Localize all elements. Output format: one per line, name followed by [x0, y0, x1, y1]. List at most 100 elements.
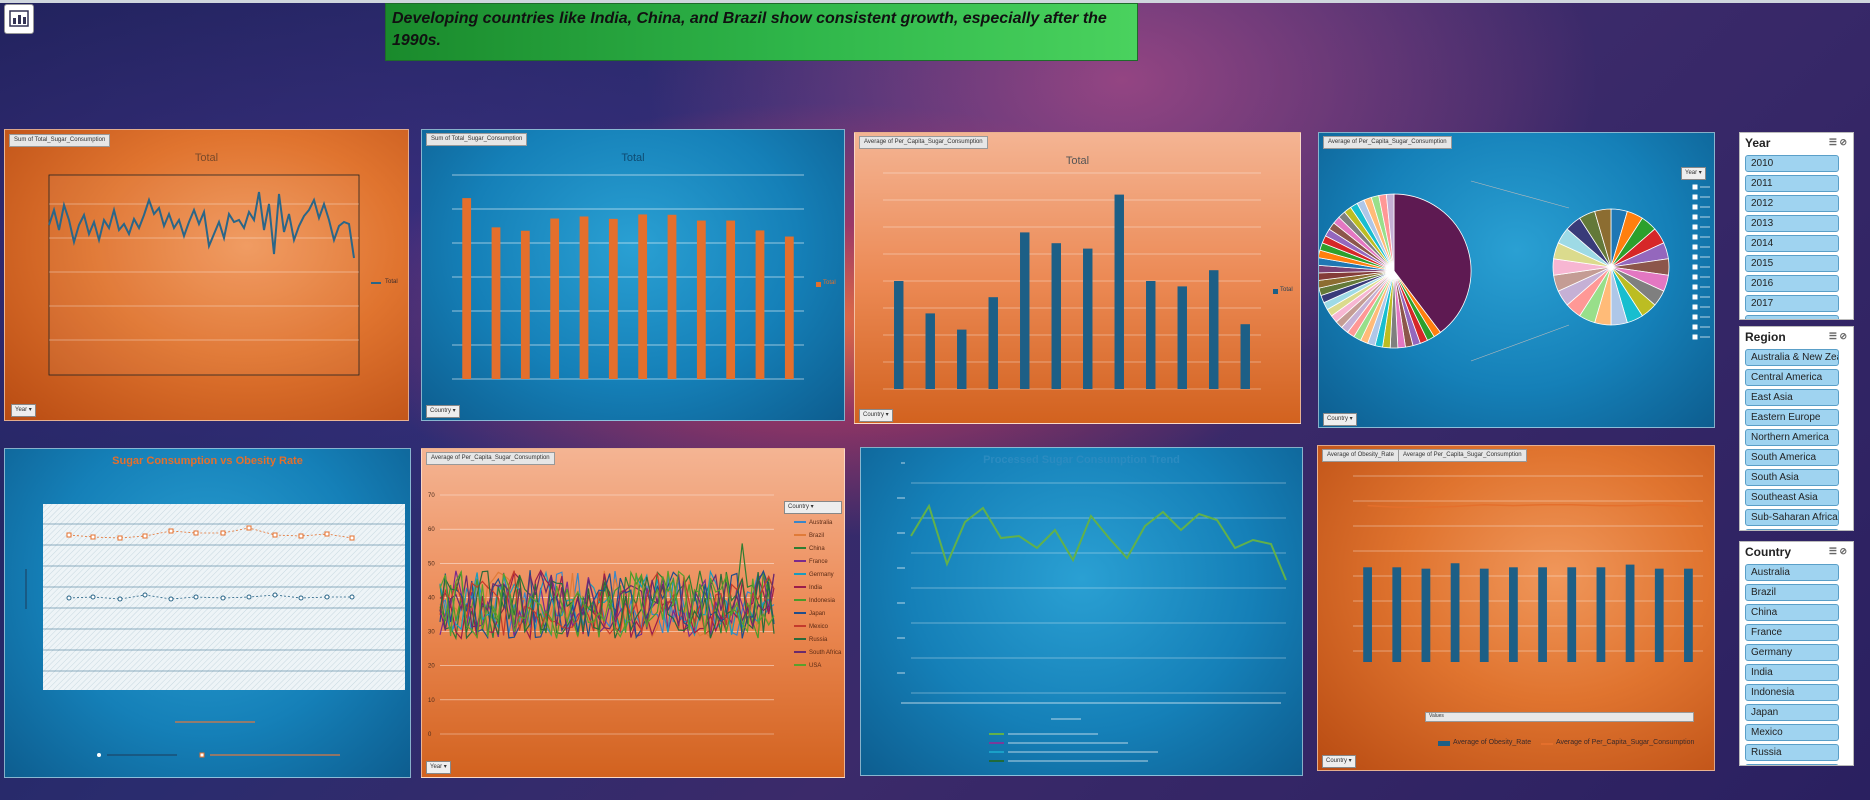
slicer-item[interactable]: Southeast Asia [1745, 489, 1839, 506]
values-field-button[interactable]: Values [1425, 712, 1694, 722]
slicer-header: Region ☰ ⊘ [1740, 327, 1853, 349]
per-capita-bar-panel[interactable]: Average of Per_Capita_Sugar_Consumption … [854, 132, 1301, 424]
total-consumption-line-panel[interactable]: Sum of Total_Sugar_Consumption Total Tot… [4, 129, 409, 421]
slicer-item[interactable]: 2010 [1745, 155, 1839, 172]
legend-marker [1692, 294, 1698, 300]
slicer-item[interactable]: France [1745, 624, 1839, 641]
bar-germany [1020, 232, 1030, 389]
slicer-item[interactable]: South Asia [1745, 469, 1839, 486]
legend-label: USA [809, 663, 821, 669]
slicer-header: Year ☰ ⊘ [1740, 133, 1853, 155]
bar-indonesia [1083, 248, 1093, 389]
slicer-item[interactable]: China [1745, 604, 1839, 621]
slicer-item[interactable]: Australia & New Zeala... [1745, 349, 1839, 366]
slicer-item[interactable]: 2015 [1745, 255, 1839, 272]
chart-thumbnail-icon[interactable] [4, 4, 34, 34]
legend-label: Average of Obesity_Rate [1453, 739, 1532, 746]
bar-india [608, 218, 618, 379]
country-slicer[interactable]: Country ☰ ⊘ Australia Brazil China France Ge… [1739, 541, 1854, 766]
slicer-item[interactable]: 2011 [1745, 175, 1839, 192]
slicer-item[interactable]: South America [1745, 449, 1839, 466]
legend-marker [1692, 334, 1698, 340]
slicer-header: Country ☰ ⊘ [1740, 542, 1853, 564]
slicer-item[interactable]: Japan [1745, 704, 1839, 721]
y-tick-label: 30 [428, 630, 435, 636]
bar-australia [1363, 567, 1372, 662]
clear-filter-icon[interactable]: ⊘ [1839, 331, 1847, 341]
slicer-item[interactable]: Australia [1745, 564, 1839, 581]
legend-marker [1692, 324, 1698, 330]
bar-japan [1567, 567, 1577, 662]
headline-callout: Developing countries like India, China, … [385, 3, 1138, 61]
per-capita-multiline-panel[interactable]: Average of Per_Capita_Sugar_Consumption … [421, 448, 845, 778]
sugar-vs-obesity-panel[interactable]: Sugar Consumption vs Obesity Rate [4, 448, 411, 778]
y-tick-label: 50 [428, 561, 435, 567]
slicer-item[interactable]: Sub-Saharan Africa [1745, 509, 1839, 526]
country-filter-button[interactable]: Country [1323, 413, 1357, 426]
combo-chart-svg [25, 504, 405, 758]
slicer-item[interactable]: 2014 [1745, 235, 1839, 252]
processed-sugar-trend-panel[interactable]: Processed Sugar Consumption Trend [860, 447, 1303, 776]
slicer-item[interactable]: Central America [1745, 369, 1839, 386]
bar-japan [667, 214, 677, 379]
slicer-item[interactable]: Northern America [1745, 429, 1839, 446]
slicer-item[interactable]: South Africa [1745, 764, 1839, 765]
multi-select-icon[interactable]: ☰ [1829, 546, 1837, 556]
slicer-item[interactable]: Eastern Europe [1745, 409, 1839, 426]
bar-china [1421, 568, 1431, 662]
legend-marker [1692, 254, 1698, 260]
legend-label: Mexico [809, 624, 829, 630]
multi-line-chart-svg: 0 10 20 30 40 50 60 70 Australia Brazil China Fran… [428, 493, 842, 738]
legend-marker [1692, 224, 1698, 230]
country-filter-button[interactable]: Country [1322, 755, 1356, 768]
legend-label: Average of Per_Capita_Sugar_Consumption [1556, 739, 1695, 746]
legend-marker [1692, 184, 1698, 190]
obesity-per-capita-combo-panel[interactable]: Average of Obesity_Rate Average of Per_C… [1317, 445, 1715, 771]
region-slicer[interactable]: Region ☰ ⊘ Australia & New Zeala... Centr… [1739, 326, 1854, 531]
bar-germany [579, 216, 589, 379]
slicer-item[interactable]: Indonesia [1745, 684, 1839, 701]
legend-marker [1692, 214, 1698, 220]
slicer-title: Country [1745, 545, 1791, 559]
multi-select-icon[interactable]: ☰ [1829, 137, 1837, 147]
slicer-item[interactable]: 2013 [1745, 215, 1839, 232]
year-slicer[interactable]: Year ☰ ⊘ 2010 2011 2012 2013 2014 2015 2016 201… [1739, 132, 1854, 320]
legend-label: Total [385, 279, 398, 285]
legend-marker [1692, 274, 1698, 280]
bar-germany [1479, 568, 1489, 662]
slicer-item[interactable]: Germany [1745, 644, 1839, 661]
legend-label: France [809, 559, 828, 565]
clear-filter-icon[interactable]: ⊘ [1839, 137, 1847, 147]
slicer-item[interactable]: Brazil [1745, 584, 1839, 601]
year-filter-button[interactable]: Year [11, 404, 36, 417]
bar-mexico [1596, 567, 1606, 662]
bar-australia [894, 281, 904, 389]
country-filter-button[interactable]: Country [859, 409, 893, 422]
per-capita-pie-panel[interactable]: Average of Per_Capita_Sugar_Consumption … [1318, 132, 1715, 428]
multi-select-icon[interactable]: ☰ [1829, 331, 1837, 341]
slicer-item[interactable]: Russia [1745, 744, 1839, 761]
slicer-item[interactable]: 2018 [1745, 315, 1839, 319]
slicer-item[interactable]: Mexico [1745, 724, 1839, 741]
legend-marker [1692, 194, 1698, 200]
slicer-item[interactable]: 2017 [1745, 295, 1839, 312]
bar-china [520, 230, 530, 379]
slicer-item[interactable]: India [1745, 664, 1839, 681]
slicer-item[interactable]: 2012 [1745, 195, 1839, 212]
bar-south-africa [1654, 568, 1664, 662]
slicer-item[interactable]: 2016 [1745, 275, 1839, 292]
legend-marker [1692, 264, 1698, 270]
bar-russia [1625, 564, 1635, 662]
total-consumption-bar-panel[interactable]: Sum of Total_Sugar_Consumption Total Tot… [421, 129, 845, 421]
year-filter-button[interactable]: Year [426, 761, 451, 774]
legend-marker [1692, 204, 1698, 210]
y-tick-label: 0 [428, 732, 432, 738]
slicer-item[interactable]: East Asia [1745, 389, 1839, 406]
clear-filter-icon[interactable]: ⊘ [1839, 546, 1847, 556]
slicer-item[interactable]: Western Europe [1745, 529, 1839, 530]
pie-of-pie-svg [1319, 180, 1710, 362]
legend-label: Total [823, 280, 836, 286]
bar-france [988, 297, 998, 389]
legend-label: South Africa [809, 650, 842, 656]
country-filter-button[interactable]: Country [426, 405, 460, 418]
